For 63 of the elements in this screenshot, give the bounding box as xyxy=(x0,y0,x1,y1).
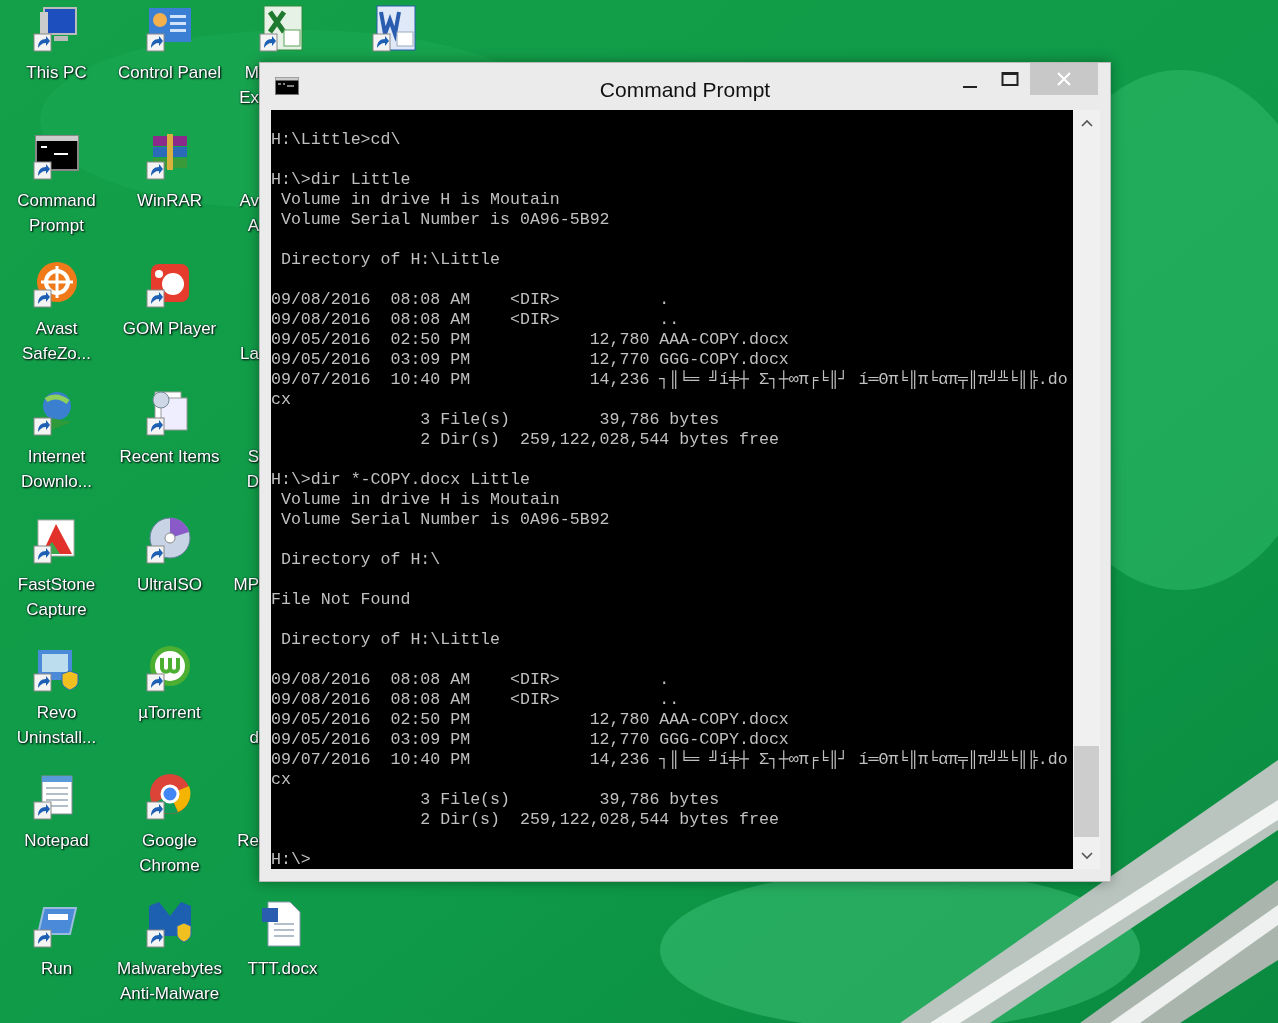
console-line: Volume in drive H is Moutain xyxy=(279,190,561,210)
console-line: cx xyxy=(271,770,292,790)
console-line: 2 Dir(s) 259,122,028,544 bytes free xyxy=(419,430,780,450)
maximize-icon xyxy=(1001,71,1019,87)
icon-label[interactable]: d xyxy=(226,700,259,750)
icon-label[interactable]: S D xyxy=(226,444,259,494)
icon-label[interactable]: Command Prompt xyxy=(17,188,96,238)
icon-label[interactable]: Avast SafeZo... xyxy=(22,316,91,366)
icon-label[interactable]: Google Chrome xyxy=(139,828,200,878)
icon-label[interactable]: Malwarebytes Anti-Malware xyxy=(117,956,222,1006)
icon-label[interactable]: Notepad xyxy=(24,828,89,853)
console-line: H:\>dir *-COPY.docx Little xyxy=(271,470,531,490)
icon-label[interactable]: GOM Player xyxy=(122,316,217,341)
minimize-icon xyxy=(963,86,977,88)
console-line: 09/08/2016 08:08 AM <DIR> . xyxy=(271,290,671,310)
terminal-icon xyxy=(275,77,299,95)
icon-label[interactable]: FastStone Capture xyxy=(17,572,96,622)
icon-label[interactable]: Internet Downlo... xyxy=(21,444,92,494)
console-line: H:\> xyxy=(271,850,312,869)
icon-label[interactable]: La xyxy=(226,316,259,366)
console-line: 09/08/2016 08:08 AM <DIR> .. xyxy=(271,310,681,330)
console-line: cx xyxy=(271,390,292,410)
console-line: 09/05/2016 02:50 PM 12,780 AAA-COPY.docx xyxy=(271,330,790,350)
terminal-icon[interactable] xyxy=(31,132,82,182)
icon-label[interactable]: Revo Uninstall... xyxy=(16,700,97,750)
icon-label[interactable]: Re xyxy=(226,828,259,853)
console-line: Directory of H:\Little xyxy=(279,250,502,270)
icon-label[interactable]: µTorrent xyxy=(138,700,201,725)
close-icon xyxy=(1057,72,1071,86)
console-line: 09/05/2016 02:50 PM 12,780 AAA-COPY.docx xyxy=(271,710,790,730)
icon-label[interactable]: Recent Items xyxy=(119,444,220,469)
icon-label[interactable]: WinRAR xyxy=(136,188,203,213)
console-line: 3 File(s) 39,786 bytes xyxy=(419,790,721,810)
console-line: 09/08/2016 08:08 AM <DIR> .. xyxy=(271,690,681,710)
icon-label[interactable]: Run xyxy=(40,956,73,981)
console-line: 09/08/2016 08:08 AM <DIR> . xyxy=(271,670,671,690)
console-line: H:\>dir Little xyxy=(271,170,412,190)
malware-shield-icon[interactable] xyxy=(144,900,195,950)
scroll-thumb[interactable] xyxy=(1074,746,1099,837)
console-line: H:\Little>cd\ xyxy=(271,130,402,150)
console-line: Directory of H:\ xyxy=(279,550,442,570)
console-line: 09/05/2016 03:09 PM 12,770 GGG-COPY.docx xyxy=(271,730,790,750)
scrollbar[interactable] xyxy=(1073,110,1100,869)
window-title: Command Prompt xyxy=(598,77,772,103)
icon-label[interactable]: Av A xyxy=(226,188,259,238)
icon-label[interactable]: Control Panel xyxy=(118,60,221,85)
console-line: 09/05/2016 03:09 PM 12,770 GGG-COPY.docx xyxy=(271,350,790,370)
console-line: Volume Serial Number is 0A96-5B92 xyxy=(279,210,611,230)
icon-label[interactable]: This PC xyxy=(26,60,87,85)
console-line: Volume in drive H is Moutain xyxy=(279,490,561,510)
icon-label[interactable]: TTT.docx xyxy=(247,956,318,981)
icon-label[interactable]: UltraISO xyxy=(136,572,203,597)
console-line: File Not Found xyxy=(271,590,412,610)
icon-label[interactable]: M Ex xyxy=(226,60,259,110)
console-line: 2 Dir(s) 259,122,028,544 bytes free xyxy=(419,810,780,830)
icon-label[interactable]: MP xyxy=(226,572,259,597)
console-line: Volume Serial Number is 0A96-5B92 xyxy=(279,510,611,530)
console-line: 09/07/2016 10:40 PM 14,236 ┐║╘═ ╝í╪┼ Σ┐┼∞π╒╘║┘ í═Θπ╘║π╘απ╤║π╝╩╘║╠.do xyxy=(271,370,1069,390)
console-line: 3 File(s) 39,786 bytes xyxy=(419,410,721,430)
chevron-up-icon xyxy=(1080,119,1093,127)
chevron-down-icon xyxy=(1080,852,1093,860)
console-line: Directory of H:\Little xyxy=(279,630,502,650)
console-line: 09/07/2016 10:40 PM 14,236 ┐║╘═ ╝í╪┼ Σ┐┼∞π╒╘║┘ í═Θπ╘║π╘απ╤║π╝╩╘║╠.do xyxy=(271,750,1069,770)
